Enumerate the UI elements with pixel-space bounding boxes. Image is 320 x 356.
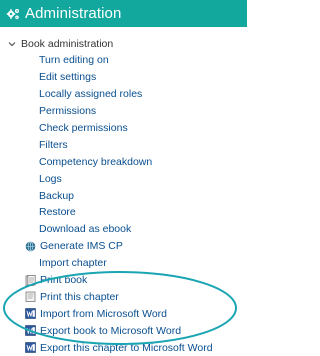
book-administration-label: Book administration xyxy=(21,38,114,50)
menu-item-export-book-to-microsoft-word[interactable]: Export book to Microsoft Word xyxy=(0,322,247,339)
menu-item-label: Restore xyxy=(39,206,76,219)
menu-item-label: Download as ebook xyxy=(39,223,132,236)
menu-item-permissions[interactable]: Permissions xyxy=(0,103,247,120)
menu-item-label: Print book xyxy=(40,274,88,287)
print-book-icon xyxy=(25,274,36,286)
word-icon xyxy=(25,325,36,336)
menu-item-check-permissions[interactable]: Check permissions xyxy=(0,120,247,137)
menu-item-label: Filters xyxy=(39,138,68,151)
menu-item-label: Import chapter xyxy=(39,257,107,270)
administration-tree: Book administration Turn editing on Edit… xyxy=(0,36,247,356)
menu-item-label: Check permissions xyxy=(39,122,128,134)
administration-block-header: Administration xyxy=(0,0,247,27)
menu-item-restore[interactable]: Restore xyxy=(0,204,247,221)
menu-item-competency-breakdown[interactable]: Competency breakdown xyxy=(0,153,247,170)
menu-item-edit-settings[interactable]: Edit settings xyxy=(0,69,247,86)
menu-item-generate-ims-cp[interactable]: Generate IMS CP xyxy=(0,238,247,255)
word-icon xyxy=(25,308,36,320)
menu-item-print-book[interactable]: Print book xyxy=(0,272,247,289)
ims-cp-icon xyxy=(25,241,36,252)
block-title: Administration xyxy=(25,5,122,22)
menu-item-label: Import from Microsoft Word xyxy=(40,307,167,320)
menu-item-logs[interactable]: Logs xyxy=(0,170,247,187)
menu-item-label: Logs xyxy=(39,172,62,185)
menu-item-print-this-chapter[interactable]: Print this chapter xyxy=(0,288,247,305)
menu-item-download-as-ebook[interactable]: Download as ebook xyxy=(0,221,247,238)
menu-item-backup[interactable]: Backup xyxy=(0,187,247,204)
word-icon xyxy=(25,342,36,353)
menu-item-label: Print this chapter xyxy=(40,290,119,303)
print-chapter-icon xyxy=(25,291,36,303)
book-administration-items: Turn editing on Edit settings Locally as… xyxy=(0,52,247,356)
menu-item-label: Locally assigned roles xyxy=(39,88,143,101)
menu-item-label: Competency breakdown xyxy=(39,155,153,168)
menu-item-label: Backup xyxy=(39,189,75,202)
book-administration-node[interactable]: Book administration xyxy=(0,36,247,52)
menu-item-label: Export this chapter to Microsoft Word xyxy=(40,341,213,354)
menu-item-import-chapter[interactable]: Import chapter xyxy=(0,255,247,272)
menu-item-filters[interactable]: Filters xyxy=(0,136,247,153)
menu-item-label: Permissions xyxy=(39,105,97,118)
gears-icon xyxy=(6,7,20,21)
menu-item-turn-editing-on[interactable]: Turn editing on xyxy=(0,52,247,69)
menu-item-label: Turn editing on xyxy=(39,54,109,67)
menu-item-label: Generate IMS CP xyxy=(40,240,123,253)
menu-item-label: Edit settings xyxy=(39,71,97,84)
chevron-down-icon[interactable] xyxy=(8,40,16,48)
menu-item-export-this-chapter-to-microsoft-word[interactable]: Export this chapter to Microsoft Word xyxy=(0,339,247,356)
menu-item-label: Export book to Microsoft Word xyxy=(40,324,182,337)
menu-item-import-from-microsoft-word[interactable]: Import from Microsoft Word xyxy=(0,305,247,322)
menu-item-locally-assigned-roles[interactable]: Locally assigned roles xyxy=(0,86,247,103)
